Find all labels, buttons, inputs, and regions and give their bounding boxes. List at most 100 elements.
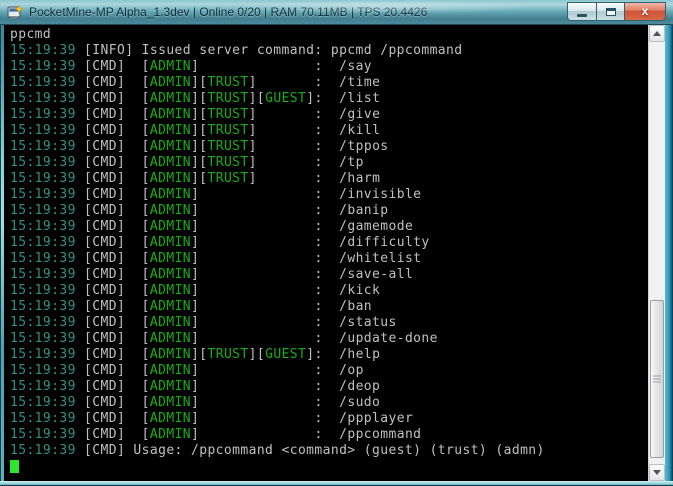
scroll-down-button[interactable]	[649, 464, 665, 481]
separator: :	[257, 107, 339, 122]
separator: :	[199, 267, 339, 282]
tag-bracket: [	[142, 107, 150, 122]
console-line: ppcmd	[10, 27, 648, 43]
separator: :	[199, 299, 339, 314]
log-level: [CMD]	[76, 139, 142, 154]
maximize-button[interactable]	[596, 2, 624, 21]
scroll-up-button[interactable]	[649, 25, 665, 42]
tag-bracket: [	[142, 203, 150, 218]
separator: :	[314, 347, 339, 362]
console-line: 15:19:39 [INFO] Issued server command: p…	[10, 43, 648, 59]
separator: :	[257, 123, 339, 138]
tag-bracket: [	[199, 155, 207, 170]
console-line: 15:19:39 [CMD] [ADMIN][TRUST] : /harm	[10, 171, 648, 187]
timestamp: 15:19:39	[10, 395, 76, 410]
timestamp: 15:19:39	[10, 187, 76, 202]
log-level: [CMD]	[76, 219, 142, 234]
permission-tag: TRUST	[208, 123, 249, 138]
command-name: /invisible	[339, 187, 421, 202]
tag-bracket: ]	[249, 91, 257, 106]
timestamp: 15:19:39	[10, 235, 76, 250]
console-line: 15:19:39 [CMD] [ADMIN] : /ppplayer	[10, 411, 648, 427]
timestamp: 15:19:39	[10, 219, 76, 234]
separator: :	[199, 203, 339, 218]
command-name: /banip	[339, 203, 388, 218]
command-name: /whitelist	[339, 251, 421, 266]
tag-bracket: ]	[249, 155, 257, 170]
console-line: 15:19:39 [CMD] [ADMIN] : /ban	[10, 299, 648, 315]
timestamp: 15:19:39	[10, 59, 76, 74]
separator: :	[199, 187, 339, 202]
tag-bracket: ]	[249, 107, 257, 122]
console-line	[10, 459, 648, 475]
command-name: /list	[339, 91, 380, 106]
log-message: [INFO] Issued server command: ppcmd /ppc…	[76, 43, 463, 58]
command-name: /time	[339, 75, 380, 90]
timestamp: 15:19:39	[10, 123, 76, 138]
tag-bracket: [	[142, 139, 150, 154]
permission-tag: GUEST	[265, 91, 306, 106]
permission-tag: ADMIN	[150, 267, 191, 282]
tag-bracket: [	[199, 347, 207, 362]
permission-tag: TRUST	[208, 347, 249, 362]
permission-tag: TRUST	[208, 107, 249, 122]
window-border-right	[665, 25, 673, 486]
tag-bracket: [	[142, 283, 150, 298]
log-level: [CMD]	[76, 347, 142, 362]
tag-bracket: [	[199, 123, 207, 138]
timestamp: 15:19:39	[10, 267, 76, 282]
tag-bracket: [	[142, 363, 150, 378]
permission-tag: ADMIN	[150, 395, 191, 410]
permission-tag: ADMIN	[150, 219, 191, 234]
separator: :	[257, 155, 339, 170]
separator: :	[199, 251, 339, 266]
tag-bracket: [	[142, 315, 150, 330]
log-level: [CMD]	[76, 123, 142, 138]
permission-tag: ADMIN	[150, 59, 191, 74]
permission-tag: GUEST	[265, 347, 306, 362]
tag-bracket: ]	[249, 347, 257, 362]
permission-tag: ADMIN	[150, 331, 191, 346]
tag-bracket: ]	[249, 75, 257, 90]
console-line: 15:19:39 [CMD] [ADMIN][TRUST] : /kill	[10, 123, 648, 139]
console-line: 15:19:39 [CMD] [ADMIN][TRUST][GUEST]: /h…	[10, 347, 648, 363]
titlebar[interactable]: PocketMine-MP Alpha_1.3dev | Online 0/20…	[0, 0, 673, 25]
close-button[interactable]: x	[624, 2, 666, 21]
tag-bracket: [	[142, 235, 150, 250]
vertical-scrollbar[interactable]	[648, 25, 665, 481]
console-line: 15:19:39 [CMD] [ADMIN] : /ppcommand	[10, 427, 648, 443]
tag-bracket: [	[142, 379, 150, 394]
permission-tag: ADMIN	[150, 427, 191, 442]
tag-bracket: [	[142, 427, 150, 442]
permission-tag: ADMIN	[150, 251, 191, 266]
console-line: 15:19:39 [CMD] [ADMIN][TRUST] : /tppos	[10, 139, 648, 155]
command-name: /tp	[339, 155, 364, 170]
tag-bracket: [	[142, 187, 150, 202]
caret-up-icon	[653, 31, 661, 36]
app-icon[interactable]	[7, 4, 23, 20]
command-name: /give	[339, 107, 380, 122]
timestamp: 15:19:39	[10, 155, 76, 170]
tag-bracket: [	[142, 75, 150, 90]
command-name: /difficulty	[339, 235, 430, 250]
timestamp: 15:19:39	[10, 347, 76, 362]
separator: :	[199, 283, 339, 298]
permission-tag: ADMIN	[150, 363, 191, 378]
console-output[interactable]: ppcmd15:19:39 [INFO] Issued server comma…	[4, 25, 648, 481]
tag-bracket: [	[257, 347, 265, 362]
console-line: 15:19:39 [CMD] [ADMIN] : /invisible	[10, 187, 648, 203]
timestamp: 15:19:39	[10, 427, 76, 442]
log-level: [CMD]	[76, 251, 142, 266]
separator: :	[199, 59, 339, 74]
permission-tag: ADMIN	[150, 411, 191, 426]
log-level: [CMD]	[76, 379, 142, 394]
scrollbar-thumb[interactable]	[650, 300, 664, 458]
separator: :	[314, 91, 339, 106]
command-name: /kill	[339, 123, 380, 138]
separator: :	[257, 75, 339, 90]
command-name: /update-done	[339, 331, 438, 346]
minimize-button[interactable]	[567, 2, 596, 21]
timestamp: 15:19:39	[10, 299, 76, 314]
log-level: [CMD]	[76, 411, 142, 426]
console-line: 15:19:39 [CMD] [ADMIN] : /update-done	[10, 331, 648, 347]
